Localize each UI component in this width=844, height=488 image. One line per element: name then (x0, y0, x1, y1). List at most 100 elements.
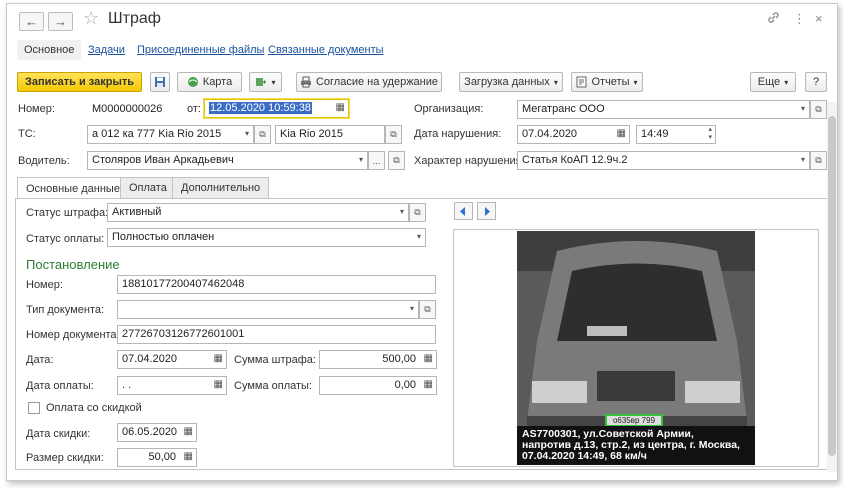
driver-select-button[interactable]: ... (368, 151, 385, 170)
calendar-icon[interactable]: ▦ (336, 102, 345, 113)
discount-date-label: Дата скидки: (26, 428, 91, 440)
chevron-down-icon: ▾ (271, 77, 276, 87)
fine-status-label: Статус штрафа: (26, 207, 109, 219)
favorite-star-icon[interactable]: ☆ (83, 8, 99, 29)
vehicle-label: ТС: (18, 128, 36, 140)
open-window-icon: ⧉ (393, 155, 400, 165)
chevron-down-icon[interactable]: ▾ (417, 232, 421, 241)
open-window-icon: ⧉ (390, 129, 397, 139)
violation-nature-field[interactable]: Статья КоАП 12.9ч.2 ▾ (517, 151, 810, 170)
resolution-number-label: Номер: (26, 279, 63, 291)
close-icon[interactable]: × (815, 11, 823, 26)
calculator-icon[interactable]: ▦ (424, 353, 433, 364)
chevron-down-icon[interactable]: ▾ (245, 129, 249, 138)
save-and-close-button[interactable]: Записать и закрыть (17, 72, 142, 92)
consent-deduction-button[interactable]: Согласие на удержание (296, 72, 442, 92)
map-button[interactable]: Карта (177, 72, 242, 92)
payment-status-field[interactable]: Полностью оплачен ▾ (107, 228, 426, 247)
calculator-icon[interactable]: ▦ (424, 379, 433, 390)
open-driver-button[interactable]: ⧉ (388, 151, 405, 170)
more-menu-icon[interactable]: ⋮ (793, 11, 806, 27)
discount-date-field[interactable]: 06.05.2020 ▦ (117, 423, 197, 442)
open-vehicle-button[interactable]: ⧉ (254, 125, 271, 144)
subtab-related-docs[interactable]: Связанные документы (268, 44, 384, 56)
calendar-icon[interactable]: ▦ (617, 128, 626, 139)
from-label: от: (187, 103, 201, 115)
date-field[interactable]: 07.04.2020 ▦ (117, 350, 227, 369)
printer-icon (300, 76, 311, 88)
open-nature-button[interactable]: ⧉ (810, 151, 827, 170)
open-window-icon: ⧉ (259, 129, 266, 139)
tab-main-data[interactable]: Основные данные (17, 177, 129, 199)
discount-payment-checkbox[interactable] (28, 402, 40, 414)
calendar-icon[interactable]: ▦ (184, 426, 193, 437)
violation-time-field[interactable]: 14:49 ▴ ▾ (636, 125, 716, 144)
number-field[interactable]: М0000000026 (87, 100, 183, 119)
help-button[interactable]: ? (805, 72, 827, 92)
create-based-on-icon (256, 78, 267, 86)
violation-photo: о635вр 799 AS7700301, ул.Советской Армии… (517, 231, 755, 465)
open-window-icon: ⧉ (815, 155, 822, 165)
fine-status-field[interactable]: Активный ▾ (107, 203, 409, 222)
open-document-type-button[interactable]: ⧉ (419, 300, 436, 319)
vertical-scrollbar[interactable] (827, 102, 837, 472)
chevron-down-icon: ▾ (553, 77, 558, 87)
save-button[interactable] (150, 72, 170, 92)
chevron-down-icon[interactable]: ▾ (801, 155, 805, 164)
document-date-field[interactable]: 12.05.2020 10:59:38 ▦ (204, 99, 349, 118)
payment-date-label: Дата оплаты: (26, 380, 94, 392)
payment-date-field[interactable]: . . ▦ (117, 376, 227, 395)
floppy-disk-icon (155, 77, 165, 87)
violation-nature-label: Характер нарушения: (414, 155, 525, 167)
forward-button[interactable]: → (48, 12, 73, 31)
payment-sum-label: Сумма оплаты: (234, 380, 312, 392)
next-photo-button[interactable] (477, 202, 496, 220)
chevron-down-icon: ▾ (633, 77, 638, 87)
resolution-number-field[interactable]: 18810177200407462048 (117, 275, 436, 294)
load-data-button[interactable]: Загрузка данных ▾ (459, 72, 563, 92)
open-fine-status-button[interactable]: ⧉ (409, 203, 426, 222)
date-label: Дата: (26, 354, 54, 366)
vehicle-model-field[interactable]: Kia Rio 2015 (275, 125, 385, 144)
reports-button[interactable]: Отчеты ▾ (571, 72, 643, 92)
open-model-button[interactable]: ⧉ (385, 125, 402, 144)
tab-additional[interactable]: Дополнительно (172, 177, 270, 198)
violation-date-label: Дата нарушения: (414, 128, 502, 140)
fine-sum-field[interactable]: 500,00 ▦ (319, 350, 437, 369)
calendar-icon[interactable]: ▦ (214, 353, 223, 364)
resolution-section-title: Постановление (26, 257, 120, 272)
scrollbar-thumb[interactable] (828, 116, 836, 456)
payment-sum-field[interactable]: 0,00 ▦ (319, 376, 437, 395)
fine-document-window: ← → ☆ Штраф ⋮ × Основное Задачи Присоеди… (6, 3, 838, 481)
calendar-icon[interactable]: ▦ (214, 379, 223, 390)
violation-date-field[interactable]: 07.04.2020 ▦ (517, 125, 630, 144)
prev-photo-button[interactable] (454, 202, 473, 220)
subtab-attached-files[interactable]: Присоединенные файлы (137, 44, 264, 56)
subtab-main[interactable]: Основное (17, 40, 82, 60)
create-based-on-button[interactable]: ▾ (249, 72, 282, 92)
link-icon[interactable] (767, 11, 780, 27)
photo-caption: AS7700301, ул.Советской Армии, напротив … (517, 426, 755, 465)
chevron-down-icon[interactable]: ▾ (400, 207, 404, 216)
document-type-label: Тип документа: (26, 304, 105, 316)
chevron-down-icon[interactable]: ▾ (801, 104, 805, 113)
back-button[interactable]: ← (19, 12, 44, 31)
chevron-down-icon[interactable]: ▾ (410, 304, 414, 313)
caption-line-3: 07.04.2020 14:49, 68 км/ч (522, 450, 647, 462)
chevron-down-icon[interactable]: ▾ (359, 155, 363, 164)
driver-label: Водитель: (18, 155, 70, 167)
document-number-field[interactable]: 27726703126772601001 (117, 325, 436, 344)
more-button[interactable]: Еще ▾ (750, 72, 796, 92)
driver-field[interactable]: Столяров Иван Аркадьевич ▾ (87, 151, 368, 170)
open-organization-button[interactable]: ⧉ (810, 100, 827, 119)
tab-payment[interactable]: Оплата (120, 177, 176, 198)
calculator-icon[interactable]: ▦ (184, 451, 193, 462)
open-window-icon: ⧉ (424, 304, 431, 314)
arrow-right-icon (485, 206, 490, 216)
discount-size-field[interactable]: 50,00 ▦ (117, 448, 197, 467)
organization-field[interactable]: Мегатранс ООО ▾ (517, 100, 810, 119)
document-type-field[interactable]: ▾ (117, 300, 419, 319)
subtab-tasks[interactable]: Задачи (88, 44, 125, 56)
vehicle-field[interactable]: а 012 ка 777 Kia Rio 2015 ▾ (87, 125, 254, 144)
spin-up-down-icon[interactable]: ▴ ▾ (708, 126, 712, 142)
